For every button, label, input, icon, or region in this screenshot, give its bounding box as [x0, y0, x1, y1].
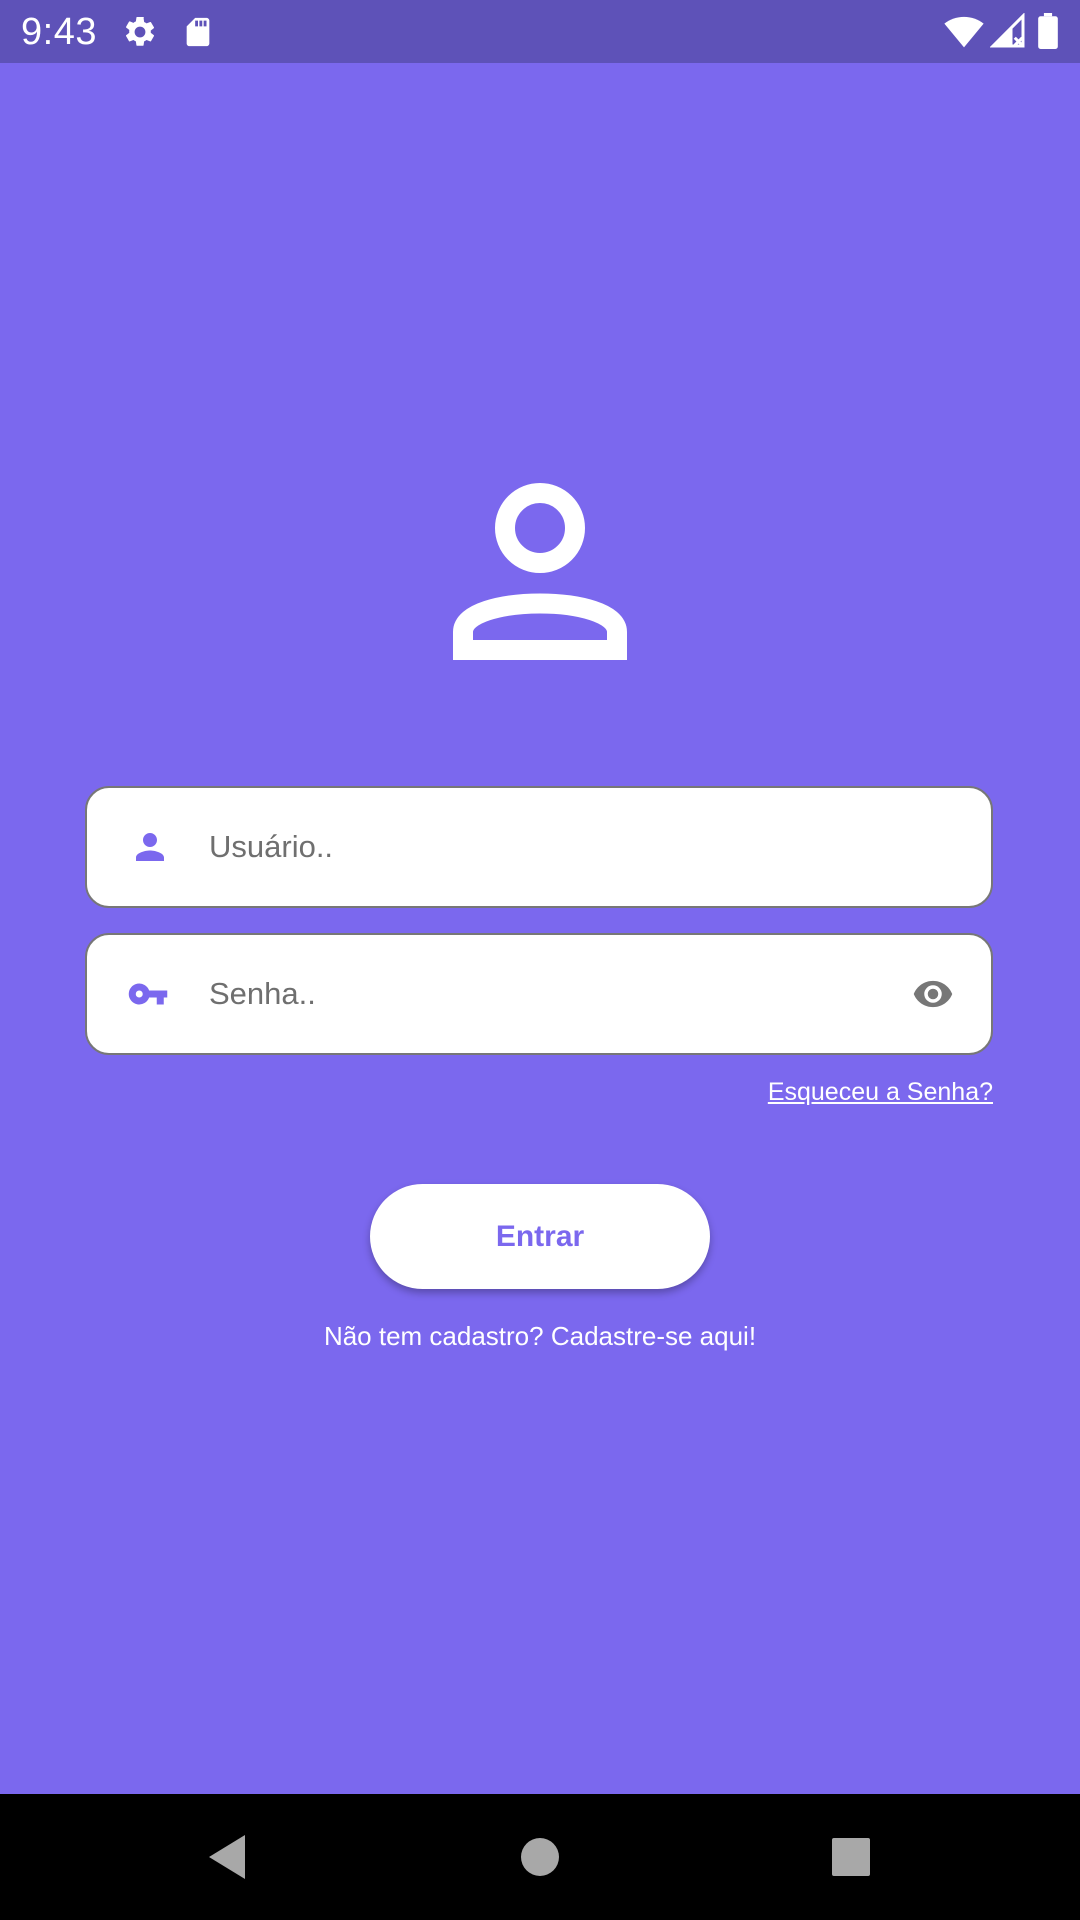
- battery-icon: [1037, 13, 1059, 54]
- gear-icon: [122, 14, 158, 55]
- back-icon[interactable]: [157, 1794, 297, 1920]
- recents-icon[interactable]: [781, 1794, 921, 1920]
- person-icon: [129, 826, 171, 873]
- login-button[interactable]: Entrar: [370, 1184, 710, 1289]
- password-input[interactable]: [209, 935, 849, 1053]
- login-screen: 9:43 Usuário.. Esqueceu a Senha? Entrar …: [0, 0, 1080, 1920]
- password-field[interactable]: [85, 933, 993, 1055]
- username-field[interactable]: [85, 786, 993, 908]
- signup-link[interactable]: Não tem cadastro? Cadastre-se aqui!: [0, 1321, 1080, 1352]
- sd-card-icon: [181, 14, 215, 55]
- forgot-password-link[interactable]: Esqueceu a Senha?: [768, 1078, 993, 1107]
- cell-signal-icon: [989, 12, 1026, 54]
- eye-icon[interactable]: [909, 973, 957, 1020]
- person-outline-icon: [451, 482, 629, 660]
- navigation-bar: [0, 1794, 1080, 1920]
- status-time: 9:43: [21, 11, 97, 53]
- username-input[interactable]: [209, 788, 849, 906]
- login-form: Esqueceu a Senha? Entrar Não tem cadastr…: [0, 63, 1080, 1794]
- key-icon: [123, 973, 173, 1020]
- home-icon[interactable]: [470, 1794, 610, 1920]
- wifi-icon: [944, 13, 984, 54]
- status-bar: 9:43: [0, 0, 1080, 63]
